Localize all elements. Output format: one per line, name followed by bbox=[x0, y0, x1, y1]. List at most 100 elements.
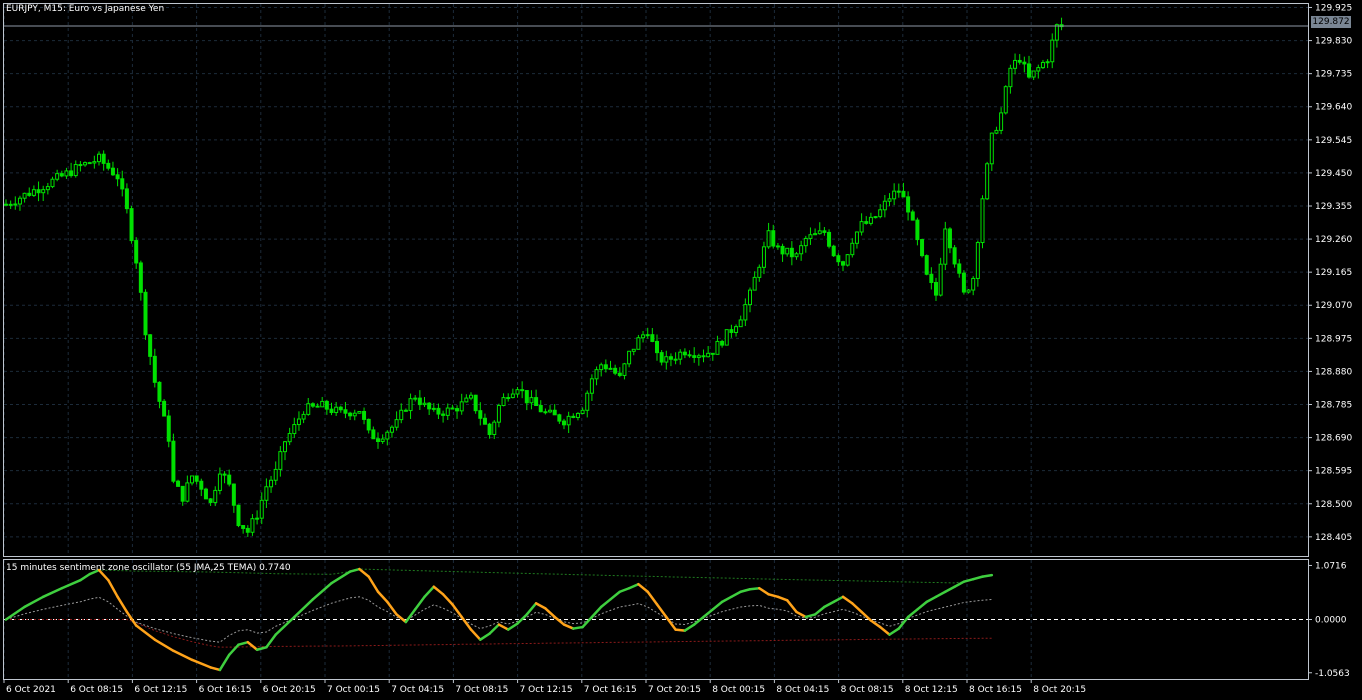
candle-body bbox=[859, 221, 864, 233]
candle-body bbox=[757, 266, 762, 278]
candle-body bbox=[496, 405, 501, 423]
candle-body bbox=[1027, 63, 1031, 78]
x-tick-label: 8 Oct 16:15 bbox=[969, 685, 1022, 695]
candle-body bbox=[320, 400, 325, 408]
y-tick-label: 129.165 bbox=[1315, 268, 1352, 278]
x-tick-label: 6 Oct 2021 bbox=[6, 685, 56, 695]
candle-body bbox=[682, 351, 687, 356]
candle-body bbox=[157, 381, 162, 402]
candle-body bbox=[552, 409, 557, 416]
candle-body bbox=[557, 414, 562, 422]
candle-body bbox=[729, 329, 734, 333]
candle-body bbox=[241, 525, 246, 529]
candle-body bbox=[1036, 67, 1041, 72]
candle-body bbox=[45, 186, 50, 191]
candle-body bbox=[269, 479, 274, 488]
candle-body bbox=[1013, 59, 1018, 69]
candle-body bbox=[176, 480, 181, 487]
candle-body bbox=[389, 426, 394, 433]
x-tick-label: 8 Oct 08:15 bbox=[841, 685, 894, 695]
candle-body bbox=[478, 410, 483, 419]
candle-body bbox=[692, 355, 697, 358]
candle-body bbox=[799, 245, 804, 255]
x-tick-label: 7 Oct 20:15 bbox=[648, 685, 701, 695]
candle-body bbox=[920, 239, 925, 257]
candle-body bbox=[171, 440, 176, 482]
candle-body bbox=[190, 475, 194, 484]
candle-body bbox=[957, 263, 962, 274]
candle-body bbox=[27, 192, 32, 196]
candle-body bbox=[622, 363, 627, 376]
y-tick-label: 129.260 bbox=[1315, 235, 1352, 245]
candle-body bbox=[975, 242, 980, 279]
candle-body bbox=[394, 419, 399, 428]
candle-body bbox=[506, 397, 511, 400]
candle-body bbox=[501, 397, 506, 407]
candle-body bbox=[185, 482, 190, 502]
candle-body bbox=[882, 200, 887, 211]
candle-body bbox=[510, 393, 515, 399]
y-tick-label: 129.070 bbox=[1315, 301, 1352, 311]
osc-y-tick-label: 1.0716 bbox=[1315, 561, 1347, 571]
candle-body bbox=[822, 230, 827, 233]
osc-segment bbox=[981, 573, 994, 578]
candle-body bbox=[562, 420, 566, 426]
candle-body bbox=[380, 438, 385, 442]
candle-body bbox=[371, 429, 376, 440]
candle-body bbox=[924, 255, 929, 275]
candle-body bbox=[36, 189, 41, 194]
x-tick-label: 8 Oct 20:15 bbox=[1033, 685, 1086, 695]
candle-body bbox=[436, 407, 441, 415]
candle-body bbox=[538, 405, 543, 413]
candle-body bbox=[771, 230, 776, 247]
candle-body bbox=[469, 394, 473, 399]
candle-body bbox=[543, 411, 548, 414]
y-tick-label: 129.830 bbox=[1315, 37, 1352, 47]
candle-body bbox=[97, 153, 101, 163]
candle-body bbox=[441, 413, 446, 416]
candle-body bbox=[999, 112, 1004, 131]
candle-body bbox=[868, 216, 873, 224]
candle-body bbox=[1003, 86, 1008, 114]
candle-body bbox=[445, 407, 450, 416]
candle-body bbox=[222, 473, 227, 476]
x-tick-label: 7 Oct 12:15 bbox=[520, 685, 573, 695]
candle-body bbox=[399, 409, 404, 421]
candle-body bbox=[617, 372, 622, 376]
candle-body bbox=[362, 410, 367, 420]
candle-body bbox=[115, 174, 120, 180]
candle-body bbox=[845, 254, 850, 266]
current-price-tag: 129.872 bbox=[1311, 16, 1351, 28]
candle-body bbox=[524, 390, 529, 404]
y-tick-label: 129.355 bbox=[1315, 202, 1352, 212]
candle-body bbox=[966, 289, 971, 293]
candle-body bbox=[710, 352, 715, 355]
y-tick-label: 128.785 bbox=[1315, 401, 1352, 411]
candle-body bbox=[585, 392, 590, 411]
osc-segment bbox=[572, 625, 584, 630]
candle-body bbox=[180, 485, 185, 502]
candle-body bbox=[427, 402, 432, 410]
candle-body bbox=[464, 397, 469, 403]
candle-body bbox=[841, 261, 845, 266]
candle-body bbox=[910, 211, 915, 221]
candle-body bbox=[566, 415, 571, 426]
candle-body bbox=[236, 504, 241, 527]
candle-body bbox=[892, 190, 897, 200]
candle-body bbox=[971, 277, 976, 291]
candle-body bbox=[13, 203, 18, 206]
candle-body bbox=[943, 228, 948, 265]
candle-body bbox=[450, 407, 455, 410]
y-tick-label: 129.545 bbox=[1315, 136, 1352, 146]
candle-body bbox=[668, 356, 673, 360]
candle-body bbox=[985, 163, 990, 200]
x-tick-label: 7 Oct 08:15 bbox=[455, 685, 508, 695]
candle-body bbox=[627, 350, 632, 365]
candle-body bbox=[766, 230, 771, 248]
candle-body bbox=[259, 499, 264, 519]
candle-body bbox=[706, 352, 711, 358]
candle-body bbox=[817, 230, 822, 235]
candle-body bbox=[794, 253, 799, 258]
candle-body bbox=[343, 409, 348, 414]
candle-body bbox=[50, 178, 55, 188]
